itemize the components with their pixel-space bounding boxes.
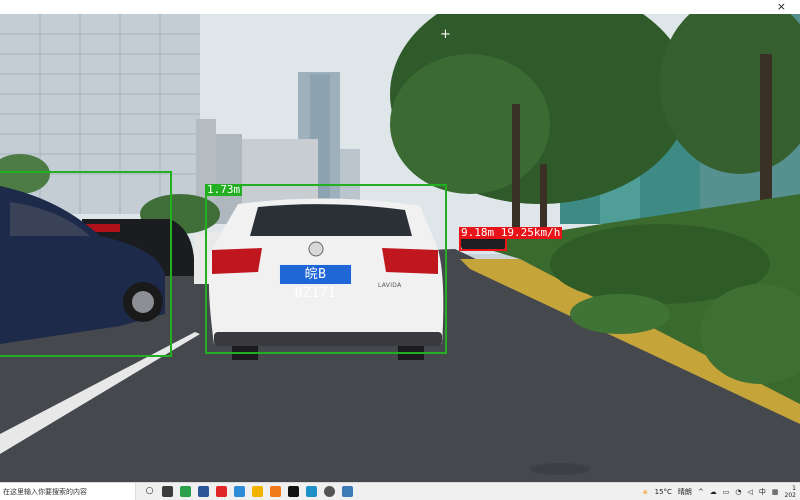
media-app-icon[interactable] [324,486,335,497]
system-tray: ☀ 15°C 晴朗 ^ ☁ ▭ ◔ ◁ 中 ▦ 1 202 [641,483,800,500]
network-icon[interactable]: ◔ [735,488,741,496]
grid-icon[interactable]: ▦ [772,488,779,496]
car-model-badge: LAVIDA [378,282,402,289]
mail-app-icon[interactable] [270,486,281,497]
weather-condition[interactable]: 晴朗 [678,487,692,497]
chevron-up-icon[interactable]: ^ [698,488,704,496]
task-view-icon[interactable]: ○ [144,486,155,497]
battery-icon[interactable]: ▭ [723,488,730,496]
search-placeholder: 在这里输入你要搜索的内容 [3,487,87,496]
taskbar-search-input[interactable]: 在这里输入你要搜索的内容 [0,482,136,500]
detection-box-left-car [0,171,172,357]
q-app-icon[interactable] [234,486,245,497]
license-plate: 皖B 0Z171 [279,264,352,301]
clock-time: 1 [792,485,796,492]
distance-label-center-car: 1.73m [205,183,243,196]
python-app-icon[interactable] [342,486,353,497]
weather-temperature[interactable]: 15°C [655,488,672,496]
green-app-icon[interactable] [180,486,191,497]
ime-indicator[interactable]: 中 [759,487,766,497]
crosshair-icon: + [440,27,451,42]
cloud-icon[interactable]: ☁ [710,488,717,496]
folder-icon[interactable] [252,486,263,497]
red-app-icon[interactable] [216,486,227,497]
volume-icon[interactable]: ◁ [748,488,753,496]
clock[interactable]: 1 202 [785,485,796,499]
clock-date: 202 [784,492,796,499]
capcut-app-icon[interactable] [288,486,299,497]
window-titlebar: × [0,0,800,14]
taskbar: 在这里输入你要搜索的内容 ○ ☀ 15°C 晴朗 ^ ☁ ▭ ◔ ◁ 中 ▦ 1… [0,482,800,500]
word-app-icon[interactable] [198,486,209,497]
close-icon[interactable]: × [777,0,786,14]
edge-browser-icon[interactable] [306,486,317,497]
distance-speed-label-far-car: 9.18m 19.25km/h [459,226,563,239]
taskbar-apps: ○ [144,486,353,497]
photos-app-icon[interactable] [162,486,173,497]
video-frame: + 1.73m 9.18m 19.25km/h 皖B 0Z171 LAVIDA [0,14,800,482]
weather-sun-icon: ☀ [641,487,649,497]
